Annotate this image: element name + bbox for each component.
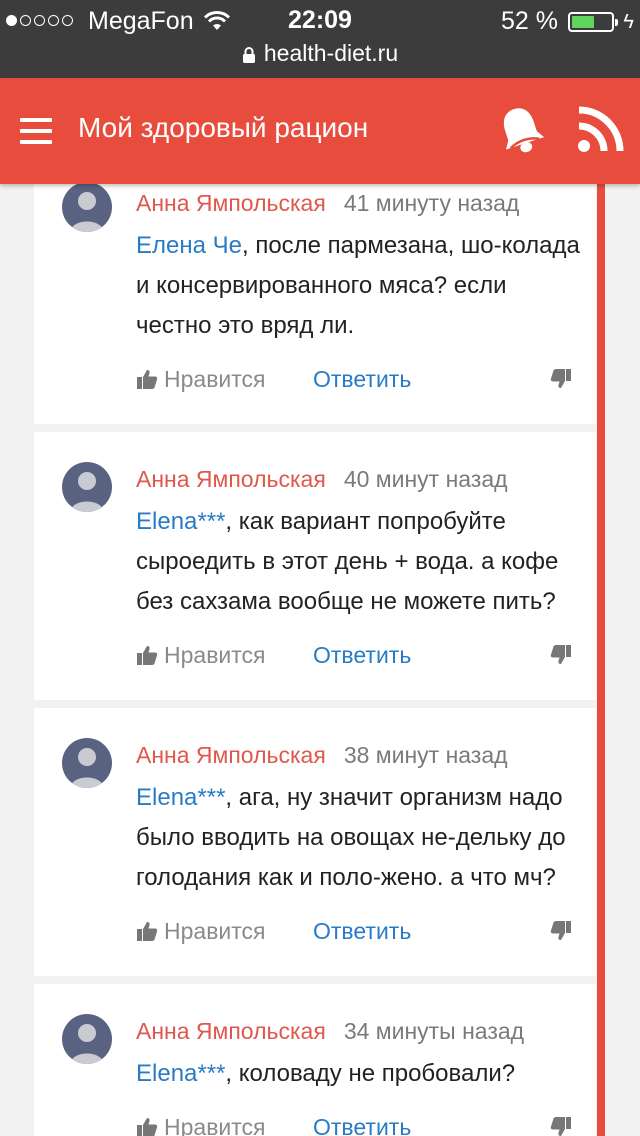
thumbs-up-icon (137, 370, 158, 389)
comment-actions: Нравится Ответить (136, 622, 580, 700)
thumbs-up-icon (137, 922, 158, 941)
comment-time: 41 минуту назад (343, 190, 520, 216)
comment-author[interactable]: Анна Ямпольская (136, 742, 326, 768)
comment-actions: Нравится Ответить (136, 1094, 580, 1136)
thumbs-down-icon[interactable] (550, 368, 572, 390)
comment-author[interactable]: Анна Ямпольская (136, 1018, 326, 1044)
bell-icon[interactable] (496, 104, 546, 158)
lock-icon (242, 46, 255, 63)
reply-button[interactable]: Ответить (313, 1114, 411, 1136)
comment-text: Elena***, коловаду не пробовали? (136, 1060, 516, 1087)
avatar[interactable] (62, 1014, 112, 1064)
thumbs-down-icon[interactable] (550, 920, 572, 942)
thumbs-down-icon[interactable] (550, 1116, 572, 1136)
comment-actions: Нравится Ответить (136, 898, 580, 976)
avatar[interactable] (62, 738, 112, 788)
like-button[interactable]: Нравится (136, 1114, 266, 1136)
mention-link[interactable]: Elena*** (136, 784, 225, 811)
comment-actions: Нравится Ответить (136, 346, 580, 424)
app-title[interactable]: Мой здоровый рацион (78, 112, 368, 144)
menu-icon[interactable] (20, 118, 52, 144)
url-bar[interactable]: health-diet.ru (0, 40, 640, 67)
comment-item: Анна Ямпольская 38 минут назад Elena***, … (34, 708, 596, 976)
comment-item: Анна Ямпольская 40 минут назад Elena***, … (34, 432, 596, 700)
comment-item: Анна Ямпольская 41 минуту назад Елена Че,… (34, 184, 596, 424)
avatar[interactable] (62, 462, 112, 512)
battery-icon (568, 12, 618, 32)
mention-link[interactable]: Elena*** (136, 508, 225, 535)
comment-text: Elena***, как вариант попробуйте сыроеди… (136, 508, 559, 615)
mention-link[interactable]: Елена Че (136, 232, 242, 259)
comment-list: Анна Ямпольская 41 минуту назад Елена Че,… (34, 184, 596, 1136)
mention-link[interactable]: Elena*** (136, 1060, 225, 1087)
thumbs-up-icon (137, 646, 158, 665)
comment-text: Elena***, ага, ну значит организм надо б… (136, 784, 566, 891)
reply-button[interactable]: Ответить (313, 918, 411, 945)
reply-button[interactable]: Ответить (313, 642, 411, 669)
thread-indicator (597, 184, 605, 1136)
charging-icon: ϟ (623, 11, 634, 33)
battery-percent: 52 % (501, 7, 558, 35)
comment-author[interactable]: Анна Ямпольская (136, 466, 326, 492)
thumbs-up-icon (137, 1118, 158, 1136)
rss-icon[interactable] (576, 106, 624, 154)
reply-button[interactable]: Ответить (313, 366, 411, 393)
avatar[interactable] (62, 184, 112, 232)
comment-author[interactable]: Анна Ямпольская (136, 190, 326, 216)
comment-text: Елена Че, после пармезана, шо-колада и к… (136, 232, 580, 339)
url-text: health-diet.ru (263, 40, 399, 66)
like-button[interactable]: Нравится (136, 366, 266, 393)
status-bar: MegaFon 22:09 52 % ϟ health-diet.ru (0, 0, 640, 78)
like-button[interactable]: Нравится (136, 642, 266, 669)
app-header: Мой здоровый рацион (0, 78, 640, 184)
thumbs-down-icon[interactable] (550, 644, 572, 666)
comment-item: Анна Ямпольская 34 минуты назад Elena***,… (34, 984, 596, 1136)
comment-time: 34 минуты назад (343, 1018, 525, 1044)
like-button[interactable]: Нравится (136, 918, 266, 945)
comment-time: 38 минут назад (343, 742, 508, 768)
comment-time: 40 минут назад (343, 466, 508, 492)
